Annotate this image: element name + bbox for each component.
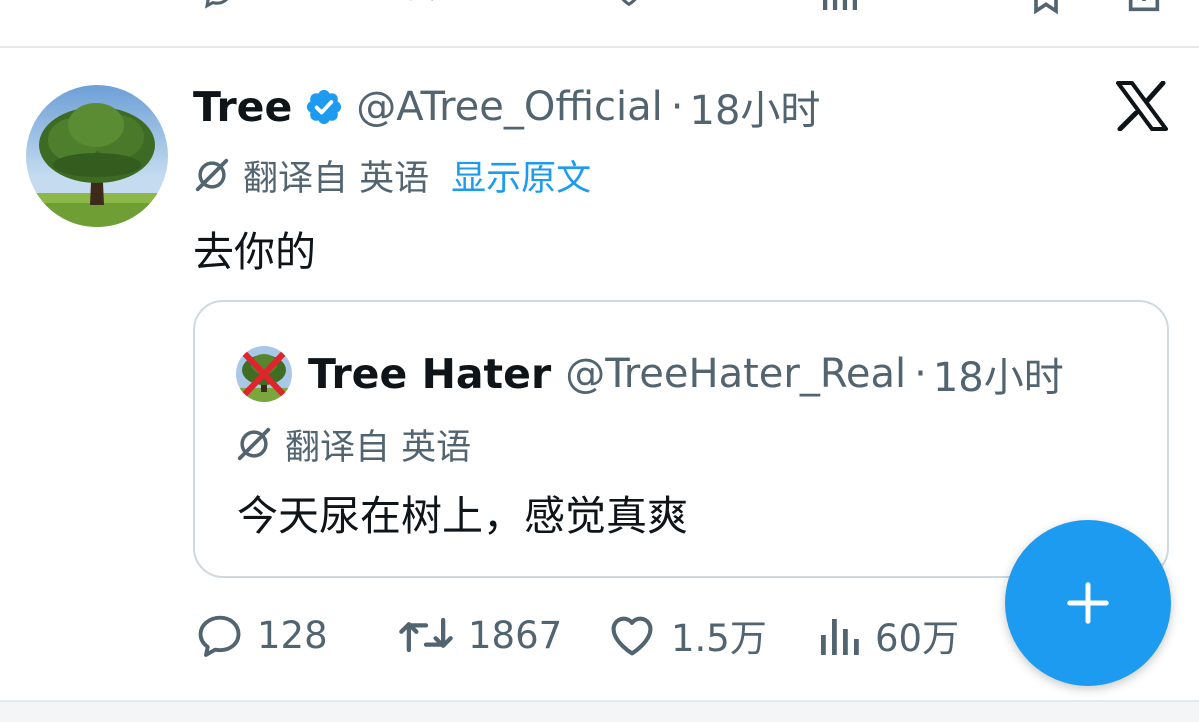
quoted-translation-notice: 翻译自 英语 [235,419,471,469]
heart-icon [621,0,637,7]
top-divider [0,46,1199,48]
quoted-time[interactable]: 18小时 [933,345,1064,403]
views-button[interactable]: 60万 [815,606,959,664]
previous-tweet-toolbar [0,0,1199,46]
reply-button[interactable]: 128 [193,606,328,664]
retweet-icon [409,0,433,2]
quoted-header: Tree Hater @TreeHater_Real · 18小时 [308,345,1064,403]
translation-label: 翻译自 英语 [243,158,430,199]
tweet-text: 去你的 [193,228,316,276]
views-icon [821,619,859,655]
reply-icon [205,0,229,9]
translation-notice: 翻译自 英语 显示原文 [193,150,591,200]
show-original-link[interactable]: 显示原文 [451,150,591,201]
heart-icon [611,616,653,656]
translate-icon [235,425,273,463]
next-tweet-edge [0,702,1199,722]
avatar[interactable] [26,85,168,227]
crossed-tree-avatar-image [236,346,292,402]
reply-count: 128 [257,613,328,657]
separator-dot: · [914,351,927,397]
author-name[interactable]: Tree [193,83,292,131]
author-handle[interactable]: @ATree_Official [356,84,662,130]
like-button[interactable]: 1.5万 [605,606,767,664]
quoted-avatar[interactable] [236,346,292,402]
view-count: 60万 [875,617,960,660]
tweet-time[interactable]: 18小时 [690,78,821,136]
share-icon [1128,0,1160,12]
separator-dot: · [670,84,684,130]
plus-icon [1067,582,1109,624]
retweet-button[interactable]: 1867 [396,606,562,664]
reply-icon [198,615,241,657]
quoted-tweet[interactable]: Tree Hater @TreeHater_Real · 18小时 翻译自 英语… [193,300,1169,578]
views-icon [823,0,857,10]
like-count: 1.5万 [671,617,767,660]
verified-badge-icon [304,87,344,127]
retweet-count: 1867 [468,613,563,657]
quoted-author-handle[interactable]: @TreeHater_Real [565,351,906,397]
translate-icon [193,156,231,194]
tweet-header: Tree @ATree_Official · 18小时 [193,78,820,136]
tree-avatar-image [26,85,168,227]
compose-button[interactable] [1005,520,1171,686]
quoted-text: 今天尿在树上，感觉真爽 [237,492,688,540]
quoted-translation-label: 翻译自 英语 [285,427,472,468]
x-logo-icon [1116,80,1168,132]
quoted-author-name[interactable]: Tree Hater [308,350,551,398]
bookmark-icon [1034,0,1058,15]
retweet-icon [399,617,453,653]
